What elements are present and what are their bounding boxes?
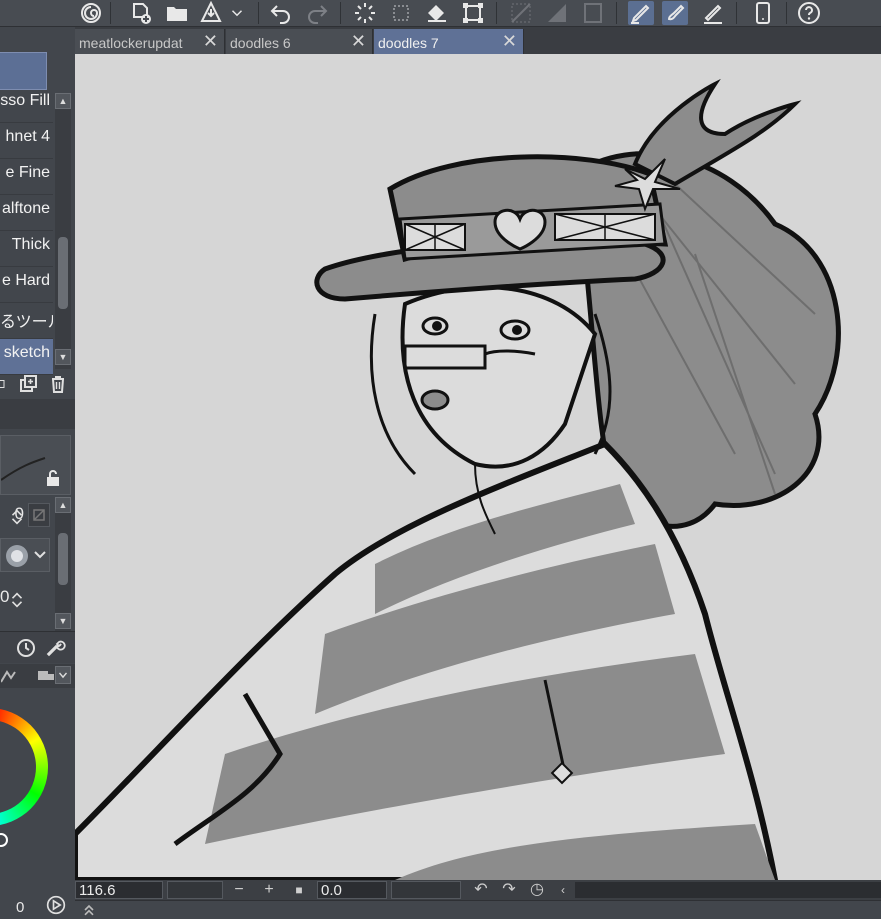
tool-property-scrollbar[interactable]: ▲ ▼: [55, 497, 71, 631]
sub-tool-scrollbar[interactable]: ▲ ▼: [55, 93, 71, 369]
loading-spinner-icon[interactable]: [352, 1, 378, 25]
brush-tip-select[interactable]: [0, 538, 50, 572]
sub-tool-label: e Fine: [5, 164, 50, 181]
play-icon[interactable]: [44, 893, 68, 917]
scroll-up-icon[interactable]: ▲: [55, 93, 71, 109]
reset-rotation-icon[interactable]: ◷: [527, 880, 547, 900]
sub-tool-label: e Hard: [1, 272, 50, 289]
app-logo-icon[interactable]: [78, 1, 104, 25]
scroll-thumb[interactable]: [58, 533, 68, 585]
scroll-up-icon[interactable]: ▲: [55, 497, 71, 513]
color-wheel-panel: [0, 688, 75, 898]
unlock-icon[interactable]: [42, 467, 64, 489]
sub-tool-item[interactable]: hnet 4: [0, 123, 53, 159]
chevron-left-icon[interactable]: ‹: [553, 880, 573, 900]
frame-border-icon[interactable]: [580, 1, 606, 25]
sub-tool-settings-icon[interactable]: [0, 373, 10, 395]
document-tab-bar: meatlockerupdat ✕ doodles 6 ✕ doodles 7 …: [75, 27, 881, 54]
sub-tool-panel: sso Fill hnet 4 e Fine alftone Thick e H…: [0, 27, 75, 919]
tone-gradient-icon[interactable]: [544, 1, 570, 25]
color-panel-tabs: [0, 664, 75, 688]
chevron-down-icon[interactable]: [228, 1, 246, 25]
sub-tool-item[interactable]: sso Fill: [0, 87, 53, 123]
horizontal-scrollbar[interactable]: [575, 882, 881, 898]
save-icon[interactable]: [198, 1, 224, 25]
sub-tool-label: sso Fill: [0, 92, 50, 109]
tab-meatlockerupdat[interactable]: meatlockerupdat ✕: [75, 29, 225, 54]
scroll-thumb[interactable]: [58, 237, 68, 309]
brush-edit-icon[interactable]: [662, 1, 688, 25]
sub-tool-item[interactable]: e Fine: [0, 159, 53, 195]
sub-tool-label: Thick: [11, 236, 50, 253]
close-icon[interactable]: ✕: [502, 32, 517, 50]
sub-tool-item[interactable]: るツール: [0, 303, 53, 339]
fill-bucket-icon[interactable]: [424, 1, 450, 25]
rotation-slider[interactable]: [391, 881, 461, 899]
scroll-down-icon[interactable]: ▼: [55, 349, 71, 365]
color-set-icon[interactable]: [0, 666, 22, 686]
sub-tool-label: sketch: [3, 344, 50, 361]
sub-tool-item[interactable]: Thick: [0, 231, 53, 267]
sub-tool-item-selected[interactable]: sketch: [0, 339, 53, 375]
tab-label: doodles 7: [378, 35, 439, 51]
sub-tool-label: alftone: [1, 200, 50, 217]
transform-icon[interactable]: [460, 1, 486, 25]
wrench-icon[interactable]: [44, 637, 68, 659]
redo-icon[interactable]: [304, 1, 330, 25]
tab-label: meatlockerupdat: [79, 35, 183, 51]
rotate-left-icon[interactable]: ↶: [471, 880, 491, 900]
sub-tool-group-header[interactable]: [0, 52, 47, 90]
stepper-updown-icon[interactable]: [8, 505, 26, 529]
canvas-status-bar: 116.6 − + ■ 0.0 ↶ ↷ ◷ ‹: [75, 880, 881, 900]
chevron-up-double-icon[interactable]: [81, 902, 97, 918]
zoom-slider[interactable]: [167, 881, 223, 899]
color-value: 0: [16, 899, 25, 916]
bottom-dock-bar: [75, 900, 881, 919]
tab-doodles-7[interactable]: doodles 7 ✕: [374, 29, 524, 54]
tab-label: doodles 6: [230, 35, 291, 51]
scroll-down-icon[interactable]: ▼: [55, 613, 71, 629]
clock-icon[interactable]: [14, 637, 38, 659]
pressure-toggle[interactable]: [28, 503, 50, 527]
chevron-down-icon[interactable]: [55, 666, 71, 684]
sub-tool-label: るツール: [0, 314, 53, 331]
rotate-right-icon[interactable]: ↷: [499, 880, 519, 900]
open-folder-icon[interactable]: [164, 1, 190, 25]
sketch-illustration: [75, 78, 841, 880]
drawing-canvas[interactable]: [75, 54, 881, 880]
close-icon[interactable]: ✕: [203, 32, 218, 50]
selection-dots-icon[interactable]: [388, 1, 414, 25]
pen-edit-icon[interactable]: [628, 1, 654, 25]
sub-tool-item[interactable]: e Hard: [0, 267, 53, 303]
color-picker-handle[interactable]: [0, 833, 8, 847]
duplicate-sub-tool-icon[interactable]: [16, 373, 40, 395]
smartphone-icon[interactable]: [750, 1, 776, 25]
new-file-icon[interactable]: [128, 1, 154, 25]
fit-view-icon[interactable]: ■: [289, 880, 309, 900]
trash-icon[interactable]: [46, 373, 70, 395]
sub-tool-item[interactable]: alftone: [0, 195, 53, 231]
main-toolbar: [0, 0, 881, 27]
tab-doodles-6[interactable]: doodles 6 ✕: [226, 29, 373, 54]
undo-icon[interactable]: [268, 1, 294, 25]
pen-line-icon[interactable]: [700, 1, 726, 25]
close-icon[interactable]: ✕: [351, 32, 366, 50]
truck-icon[interactable]: [36, 666, 56, 686]
ruler-diagonal-icon[interactable]: [508, 1, 534, 25]
opacity-value[interactable]: 0: [0, 587, 9, 613]
stepper-updown-icon[interactable]: [8, 588, 26, 612]
zoom-field[interactable]: 116.6: [75, 881, 163, 899]
zoom-out-icon[interactable]: −: [229, 880, 249, 900]
sub-tool-label: hnet 4: [5, 128, 50, 145]
tool-property-footer: [0, 631, 75, 663]
zoom-in-icon[interactable]: +: [259, 880, 279, 900]
help-question-icon[interactable]: [796, 1, 822, 25]
panel-divider: [0, 399, 75, 429]
rotation-field[interactable]: 0.0: [317, 881, 387, 899]
